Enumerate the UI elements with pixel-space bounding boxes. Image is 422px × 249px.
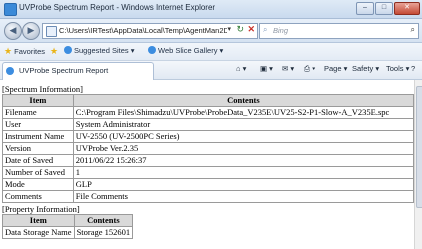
property-info-table: Item Contents Data Storage Name Storage 1… [2,214,134,239]
table-row: Comments File Comments [2,190,414,203]
window-controls: – □ ✕ [356,2,420,15]
vertical-scrollbar[interactable] [414,80,422,249]
web-slice-label: Web Slice Gallery ▾ [158,46,224,55]
page-icon [46,26,57,37]
forward-button[interactable]: ▶ [22,22,40,40]
row-key: Mode [2,178,74,191]
window-titlebar: UVProbe Spectrum Report - Windows Intern… [0,0,422,19]
window-title: UVProbe Spectrum Report - Windows Intern… [19,3,216,12]
favorites-bar: ★ Favorites ★ Suggested Sites ▾ Web Slic… [0,43,422,61]
table-row: User System Administrator [2,118,414,131]
page-menu[interactable]: Page ▾ [324,64,347,73]
read-mail-icon[interactable]: ✉ ▾ [282,64,294,73]
row-key: Instrument Name [2,130,74,143]
row-key: Number of Saved [2,166,74,179]
bing-icon: ⌕ [263,25,268,34]
favorites-label: Favorites [14,47,46,56]
favorites-button[interactable]: ★ Favorites [4,46,45,57]
tab-uvprobe-report[interactable]: UVProbe Spectrum Report [2,62,154,80]
page-content: [Spectrum Information] Item Contents Fil… [0,80,414,249]
help-icon[interactable]: ? [411,64,415,73]
table-row: Data Storage Name Storage 152601 [2,226,134,239]
back-button[interactable]: ◀ [4,22,22,40]
refresh-icon[interactable]: ↻ [236,24,244,35]
suggested-sites-label: Suggested Sites ▾ [74,46,135,55]
command-bar: UVProbe Spectrum Report ⌂ ▾ ▣ ▾ ✉ ▾ ⎙ ▾ … [0,61,422,80]
web-slice-icon [148,46,156,54]
table-row: Instrument Name UV-2550 (UV-2500PC Series… [2,130,414,143]
table-row: Date of Saved 2011/06/22 15:26:37 [2,154,414,167]
row-value: System Administrator [72,118,414,131]
minimize-button[interactable]: – [356,2,374,15]
tab-ie-icon [6,67,14,75]
row-value: 2011/06/22 15:26:37 [72,154,414,167]
row-value: Storage 152601 [73,226,134,239]
web-slice-gallery-link[interactable]: Web Slice Gallery ▾ [148,46,223,55]
row-key: Version [2,142,74,155]
column-header-item: Item [2,214,75,227]
address-url[interactable]: C:\Users\IRTest\AppData\Local\Temp\Agent… [59,26,227,35]
row-key: Filename [2,106,74,119]
row-key: Comments [2,190,74,203]
column-header-contents: Contents [73,214,134,227]
scrollbar-thumb[interactable] [416,86,422,208]
tab-label: UVProbe Spectrum Report [19,66,109,75]
print-icon[interactable]: ⎙ ▾ [304,64,315,74]
row-key: User [2,118,74,131]
table-row: Version UVProbe Ver.2.35 [2,142,414,155]
suggested-sites-link[interactable]: Suggested Sites ▾ [64,46,134,55]
suggested-sites-icon [64,46,72,54]
property-info-heading: [Property Information] [2,204,80,214]
row-value: C:\Program Files\Shimadzu\UVProbe\ProbeD… [72,106,414,119]
tools-menu[interactable]: Tools ▾ [386,64,409,73]
row-value: File Comments [72,190,414,203]
table-row: Mode GLP [2,178,414,191]
row-value: 1 [72,166,414,179]
search-input[interactable]: Bing [273,26,288,35]
maximize-button[interactable]: □ [375,2,393,15]
table-row: Filename C:\Program Files\Shimadzu\UVProb… [2,106,414,119]
row-value: UVProbe Ver.2.35 [72,142,414,155]
search-icon[interactable]: ⌕ [411,25,415,35]
table-row: Number of Saved 1 [2,166,414,179]
navigation-bar: ◀ ▶ C:\Users\IRTest\AppData\Local\Temp\A… [0,19,422,43]
row-value: UV-2550 (UV-2500PC Series) [72,130,414,143]
column-header-item: Item [2,94,74,107]
spectrum-info-heading: [Spectrum Information] [2,84,83,94]
ie-app-icon [4,3,17,16]
feeds-icon[interactable]: ▣ ▾ [260,64,273,73]
address-bar[interactable]: C:\Users\IRTest\AppData\Local\Temp\Agent… [42,23,258,39]
safety-menu[interactable]: Safety ▾ [352,64,379,73]
add-favorite-icon[interactable]: ★ [50,46,58,57]
spectrum-info-table: Item Contents Filename C:\Program Files\S… [2,94,414,203]
home-icon[interactable]: ⌂ ▾ [236,64,246,73]
search-box[interactable]: ⌕ Bing ⌕ [259,23,419,39]
stop-icon[interactable]: ✕ [247,24,255,35]
favorites-star-icon: ★ [4,46,13,56]
row-value: GLP [72,178,414,191]
row-key: Data Storage Name [2,226,75,239]
close-button[interactable]: ✕ [394,2,420,15]
row-key: Date of Saved [2,154,74,167]
column-header-contents: Contents [72,94,414,107]
address-dropdown-icon[interactable]: ▾ [227,25,231,33]
